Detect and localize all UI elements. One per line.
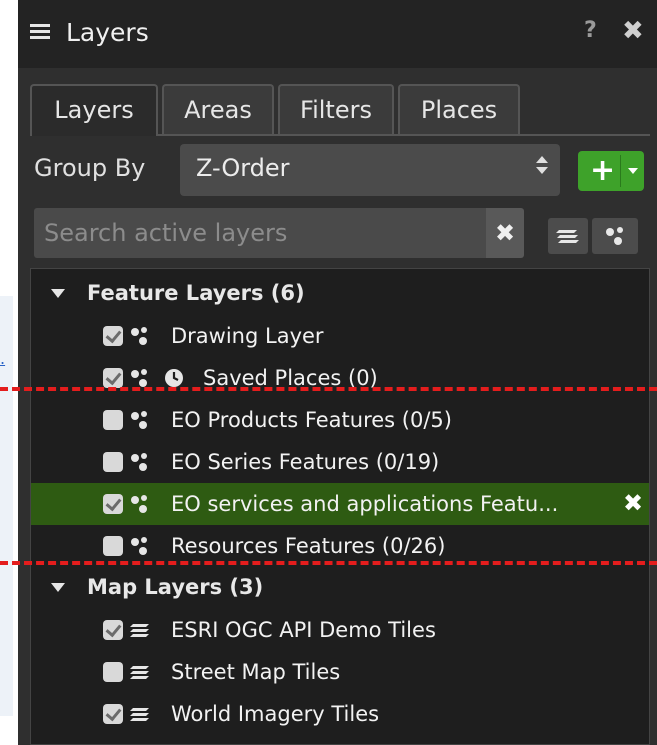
annotation-dashed-line-top [0,387,657,391]
features-icon [129,325,151,347]
annotation-dashed-line-bottom [0,561,657,565]
button-separator [620,155,621,187]
caret-down-icon[interactable] [51,289,65,298]
layer-tree: Feature Layers (6) Drawing Layer Saved Pla… [30,268,650,745]
layer-visibility-checkbox[interactable] [103,326,123,346]
panel-tabs: Layers Areas Filters Places [30,84,650,136]
clock-icon [163,367,185,389]
layer-visibility-checkbox[interactable] [103,368,123,388]
layer-row[interactable]: EO services and applications Featu... ✖ [31,483,649,525]
layer-row[interactable]: Saved Places (0) [31,357,649,399]
features-icon [129,451,151,473]
layer-label: World Imagery Tiles [171,702,380,726]
panel-titlebar[interactable]: Layers ? ✖ [18,0,657,68]
plus-icon: + [590,153,616,188]
caret-down-icon[interactable] [51,583,65,592]
tab-places[interactable]: Places [398,84,520,134]
features-icon [129,493,151,515]
tab-areas[interactable]: Areas [162,84,274,134]
layers-panel: Layers ? ✖ Layers Areas Filters Places G… [18,0,657,745]
group-header[interactable]: Map Layers (3) [31,567,649,609]
search-active-layers-input[interactable] [34,208,504,258]
remove-layer-icon[interactable]: ✖ [623,489,643,517]
chevron-down-icon[interactable] [628,168,638,174]
layer-visibility-checkbox[interactable] [103,536,123,556]
group-label: Feature Layers (6) [87,281,305,305]
layers-list-icon [30,24,50,44]
layer-row[interactable]: EO Products Features (0/5) [31,399,649,441]
layer-row[interactable]: Street Map Tiles [31,651,649,693]
layer-visibility-checkbox[interactable] [103,410,123,430]
layer-row[interactable]: ESRI OGC API Demo Tiles [31,609,649,651]
tiles-icon [129,703,151,725]
layer-row[interactable]: World Imagery Tiles [31,693,649,735]
layer-visibility-checkbox[interactable] [103,704,123,724]
stack-icon [556,230,579,243]
panel-title: Layers [66,18,149,47]
features-icon [129,367,151,389]
features-icon [129,409,151,431]
tab-layers[interactable]: Layers [30,84,158,136]
close-icon[interactable]: ✖ [622,16,644,46]
background-link-fragment: . [0,349,6,368]
features-view-button[interactable] [592,218,638,254]
tab-filters[interactable]: Filters [278,84,394,134]
select-arrows-icon [536,156,548,178]
layer-visibility-checkbox[interactable] [103,620,123,640]
layer-label: EO Series Features (0/19) [171,450,440,474]
group-by-select[interactable]: Z-Order [180,144,560,196]
group-by-value: Z-Order [196,154,290,182]
features-icon [606,227,623,245]
group-label: Map Layers (3) [87,575,264,599]
search-clear-icon[interactable]: ✖ [486,208,524,258]
tiles-icon [129,661,151,683]
layer-label: Street Map Tiles [171,660,341,684]
help-icon[interactable]: ? [584,18,597,43]
layer-label: Drawing Layer [171,324,324,348]
layer-label: EO Products Features (0/5) [171,408,452,432]
layer-label: Resources Features (0/26) [171,534,446,558]
layer-visibility-checkbox[interactable] [103,494,123,514]
layer-row[interactable]: EO Series Features (0/19) [31,441,649,483]
layer-row[interactable]: Drawing Layer [31,315,649,357]
group-header[interactable]: Feature Layers (6) [31,273,649,315]
tiles-view-button[interactable] [548,218,588,254]
add-layer-button[interactable]: + [578,151,644,191]
layer-visibility-checkbox[interactable] [103,662,123,682]
tiles-icon [129,619,151,641]
layer-visibility-checkbox[interactable] [103,452,123,472]
features-icon [129,535,151,557]
background-map-strip: . [0,0,18,745]
group-by-label: Group By [34,154,146,182]
layer-label: EO services and applications Featu... [171,492,559,516]
layer-label: ESRI OGC API Demo Tiles [171,618,436,642]
